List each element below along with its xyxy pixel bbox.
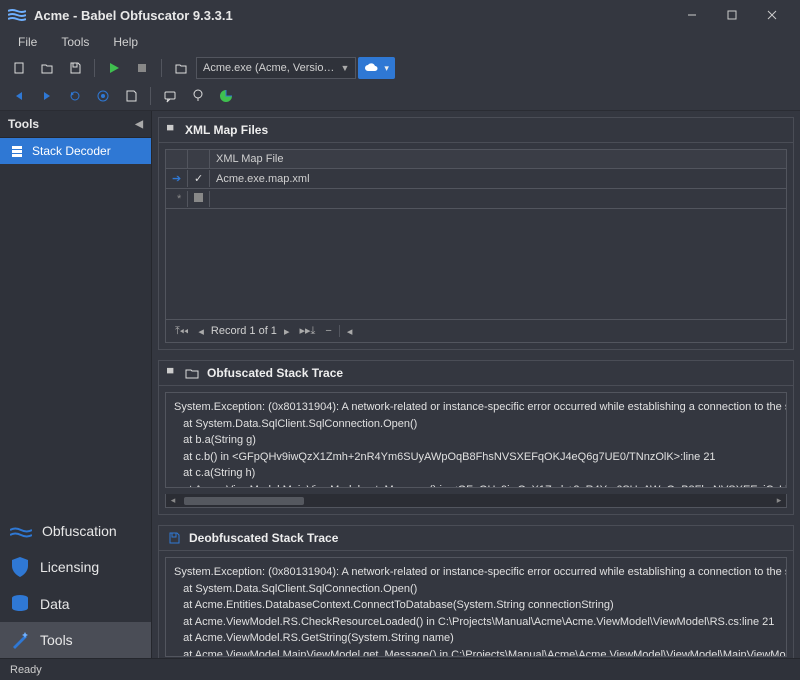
nav-first-button[interactable]: ⤒◂◂ (172, 325, 191, 338)
cloud-toggle[interactable]: ▾ (358, 57, 395, 79)
sidebar-title: Tools (8, 117, 39, 131)
grid-cell: Acme.exe.map.xml (210, 171, 786, 187)
assembly-combobox[interactable]: Acme.exe (Acme, Versio… ▼ (196, 57, 356, 79)
nav-next-button[interactable]: ▸ (281, 325, 293, 338)
scroll-thumb[interactable] (184, 497, 304, 505)
row-check-icon: ✓ (188, 170, 210, 187)
collapse-icon[interactable]: ▀ (167, 368, 177, 378)
comment-button[interactable] (157, 84, 183, 108)
stop-icon (194, 193, 203, 202)
wand-icon (10, 630, 30, 650)
deobfuscated-trace-textarea[interactable]: System.Exception: (0x80131904): A networ… (165, 557, 787, 657)
stack-icon (10, 144, 24, 158)
sidebar-item-stack-decoder[interactable]: Stack Decoder (0, 138, 151, 164)
chevron-down-icon: ▼ (340, 63, 349, 73)
sidebar: Tools ◀ Stack Decoder Obfuscation Licens… (0, 111, 152, 658)
sidebar-header: Tools ◀ (0, 111, 151, 138)
category-data[interactable]: Data (0, 586, 151, 622)
scroll-right-icon[interactable]: ▸ (772, 495, 786, 506)
open-alt-button[interactable] (168, 56, 194, 80)
category-obfuscation[interactable]: Obfuscation (0, 514, 151, 548)
window-title: Acme - Babel Obfuscator 9.3.3.1 (34, 8, 233, 23)
panel-obfuscated-trace: ▀ Obfuscated Stack Trace System.Exceptio… (158, 360, 794, 515)
toolbar-secondary (0, 82, 800, 110)
nav-remove-button[interactable]: − (322, 325, 334, 337)
refresh-button[interactable] (62, 84, 88, 108)
wave-icon (10, 522, 32, 540)
xml-map-grid: XML Map File ➔ ✓ Acme.exe.map.xml ⤒◂ (165, 149, 787, 343)
collapse-icon[interactable]: ▀ (167, 125, 177, 135)
menubar: File Tools Help (0, 30, 800, 54)
toolbar-primary: Acme.exe (Acme, Versio… ▼ ▾ (0, 54, 800, 82)
nav-forward-button[interactable] (34, 84, 60, 108)
window-maximize-button[interactable] (712, 0, 752, 30)
scroll-left-icon[interactable]: ◂ (166, 495, 180, 506)
database-icon (10, 594, 30, 614)
record-indicator: Record 1 of 1 (211, 325, 277, 337)
save-button[interactable] (62, 56, 88, 80)
menu-file[interactable]: File (8, 33, 47, 51)
nav-last-button[interactable]: ▸▸⤓ (296, 324, 318, 338)
save-alt-button[interactable] (118, 84, 144, 108)
category-tools[interactable]: Tools (0, 622, 151, 658)
analyze-button[interactable] (213, 84, 239, 108)
grid-row-new[interactable] (166, 189, 786, 209)
app-logo-icon (8, 8, 26, 22)
status-text: Ready (10, 664, 42, 676)
panel-title: XML Map Files (185, 123, 268, 137)
nav-back-button[interactable] (6, 84, 32, 108)
panel-xml-map-files: ▀ XML Map Files XML Map File ➔ ✓ Acme.ex… (158, 117, 794, 350)
window-minimize-button[interactable] (672, 0, 712, 30)
nav-scroll-left[interactable]: ◂ (344, 325, 356, 338)
chevron-down-icon: ▾ (384, 63, 389, 74)
menu-help[interactable]: Help (103, 33, 148, 51)
nav-prev-button[interactable]: ◂ (195, 325, 207, 338)
folder-icon (185, 367, 199, 379)
grid-record-navigator: ⤒◂◂ ◂ Record 1 of 1 ▸ ▸▸⤓ − ◂ (166, 319, 786, 342)
panel-title: Obfuscated Stack Trace (207, 366, 343, 380)
target-button[interactable] (90, 84, 116, 108)
hint-button[interactable] (185, 84, 211, 108)
assembly-combobox-value: Acme.exe (Acme, Versio… (203, 62, 334, 74)
open-folder-button[interactable] (34, 56, 60, 80)
main-content: ▀ XML Map Files XML Map File ➔ ✓ Acme.ex… (152, 111, 800, 658)
category-licensing[interactable]: Licensing (0, 548, 151, 586)
panel-deobfuscated-trace: Deobfuscated Stack Trace System.Exceptio… (158, 525, 794, 658)
save-icon (167, 531, 181, 545)
grid-row[interactable]: ➔ ✓ Acme.exe.map.xml (166, 169, 786, 189)
shield-icon (10, 556, 30, 578)
window-close-button[interactable] (752, 0, 792, 30)
titlebar: Acme - Babel Obfuscator 9.3.3.1 (0, 0, 800, 30)
row-pointer-icon: ➔ (166, 170, 188, 187)
grid-column-header[interactable]: XML Map File (210, 150, 786, 168)
statusbar: Ready (0, 658, 800, 680)
stop-button[interactable] (129, 56, 155, 80)
run-button[interactable] (101, 56, 127, 80)
panel-title: Deobfuscated Stack Trace (189, 531, 338, 545)
obfuscated-trace-textarea[interactable]: System.Exception: (0x80131904): A networ… (165, 392, 787, 488)
sidebar-item-label: Stack Decoder (32, 144, 111, 158)
chevron-left-icon[interactable]: ◀ (135, 119, 143, 130)
cloud-icon (364, 63, 380, 73)
menu-tools[interactable]: Tools (51, 33, 99, 51)
horizontal-scrollbar[interactable]: ◂ ▸ (165, 494, 787, 508)
new-file-button[interactable] (6, 56, 32, 80)
